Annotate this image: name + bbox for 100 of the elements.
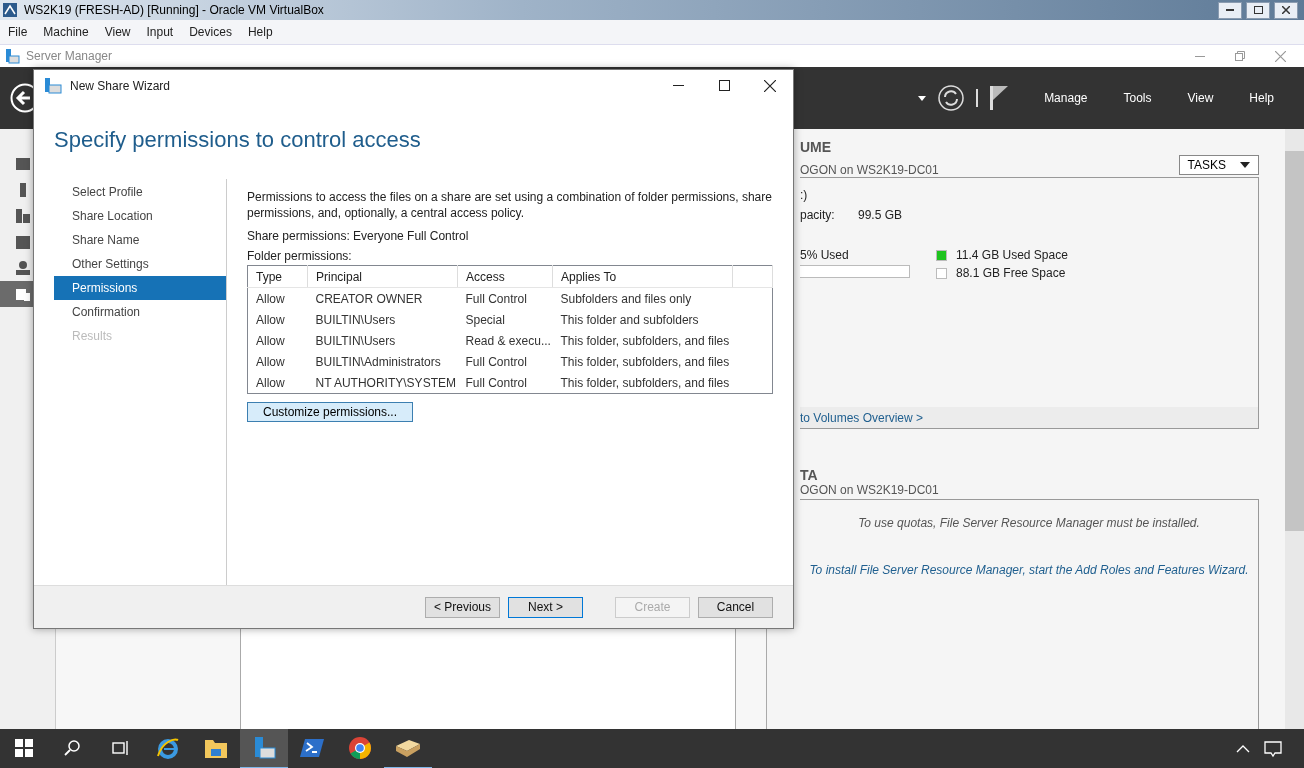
minimize-button[interactable] xyxy=(1218,1,1242,19)
column-header[interactable]: Applies To xyxy=(552,265,733,288)
close-icon xyxy=(764,79,776,92)
wizard-button[interactable]: Cancel xyxy=(698,596,773,618)
drive-label: :) xyxy=(800,188,809,202)
table-row[interactable]: Allow BUILTIN\Users Special This folder and subfolders xyxy=(247,309,773,330)
table-cell-text: BUILTIN\Users xyxy=(314,311,397,329)
table-cell: Allow xyxy=(247,330,308,351)
install-link[interactable]: To install File Server Resource Manager, start the Add Roles and Features Wizard. xyxy=(809,563,1249,577)
table-cell-text: This folder, subfolders, and files xyxy=(559,332,731,350)
wizard-step[interactable]: Select Profile xyxy=(54,180,226,204)
column-header[interactable]: Access xyxy=(457,265,553,288)
chevron-up-icon[interactable] xyxy=(1236,745,1250,753)
folder-permissions-label: Folder permissions: xyxy=(247,249,353,263)
table-cell: Allow xyxy=(247,351,308,372)
share-permissions-text: Share permissions: Everyone Full Control xyxy=(247,229,470,243)
table-row[interactable]: Allow BUILTIN\Administrators Full Control This folder, subfolders, and files xyxy=(247,351,773,372)
wizard-button[interactable]: Next > xyxy=(508,596,583,618)
close-icon[interactable] xyxy=(1275,50,1286,62)
maximize-button[interactable] xyxy=(1246,1,1270,19)
server-manager-icon xyxy=(252,736,276,760)
box-icon xyxy=(395,738,421,758)
table-cell: Allow xyxy=(247,372,308,394)
table-row[interactable]: Allow NT AUTHORITY\SYSTEM Full Control This folder, subfolders, and files xyxy=(247,372,773,394)
table-cell-text: BUILTIN\Users xyxy=(314,332,397,350)
separator-icon xyxy=(976,89,979,107)
wizard-step[interactable]: Share Location xyxy=(54,204,226,228)
legend-label: 11.4 GB Used Space xyxy=(956,248,1068,262)
menu-item[interactable]: Machine xyxy=(35,25,97,39)
window-title: WS2K19 (FRESH-AD) [Running] - Oracle VM VirtualBox xyxy=(24,3,324,17)
terminal-icon xyxy=(300,737,324,759)
column-header[interactable]: Type xyxy=(247,265,308,288)
scrollbar[interactable] xyxy=(1285,129,1304,729)
menu-item[interactable]: View xyxy=(1151,91,1214,105)
taskbar-button[interactable] xyxy=(240,729,288,768)
section-heading: UME xyxy=(800,139,833,155)
dropdown-caret-icon[interactable] xyxy=(918,95,927,101)
minimize-icon xyxy=(1226,9,1234,11)
table-cell: This folder, subfolders, and files xyxy=(552,372,733,394)
wizard-step[interactable]: Confirmation xyxy=(54,300,226,324)
table-row[interactable]: Allow CREATOR OWNER Full Control Subfolders and files only xyxy=(247,287,773,309)
search-icon xyxy=(63,739,81,757)
column-header[interactable]: Principal xyxy=(307,265,458,288)
menu-item[interactable]: View xyxy=(96,25,139,39)
table-cell-text: Full Control xyxy=(464,353,528,371)
table-cell: NT AUTHORITY\SYSTEM xyxy=(307,372,458,394)
wizard-button[interactable]: < Previous xyxy=(425,596,500,618)
used-label: 5% Used xyxy=(800,248,850,262)
section-heading: TA xyxy=(800,467,819,483)
table-cell-text: Special xyxy=(464,311,506,329)
wizard-step[interactable]: Permissions xyxy=(54,276,226,300)
capacity-label: pacity: xyxy=(800,208,836,222)
menu-item[interactable]: Tools xyxy=(1087,91,1152,105)
browser-icon xyxy=(156,736,180,760)
table-cell-text: Read & execu... xyxy=(464,332,552,350)
servers-icon xyxy=(14,207,32,225)
table-cell: CREATOR OWNER xyxy=(307,287,458,309)
caret-icon xyxy=(1240,162,1250,168)
chrome-icon xyxy=(348,736,372,760)
maximize-icon xyxy=(718,80,730,91)
restore-icon[interactable] xyxy=(1235,50,1245,61)
table-cell: Allow xyxy=(247,309,308,330)
table-cell: Allow xyxy=(247,287,308,309)
section-subtitle: OGON on WS2K19-DC01 xyxy=(800,163,939,177)
table-row[interactable]: Allow BUILTIN\Users Read & execu... This folder, subfolders, and files xyxy=(247,330,773,351)
menu-item[interactable]: Input xyxy=(138,25,182,39)
minimize-icon xyxy=(672,85,684,86)
app-icon xyxy=(2,2,18,18)
server-manager-icon xyxy=(4,48,20,64)
menu-item[interactable]: Help xyxy=(1213,91,1274,105)
menu-item[interactable]: Help xyxy=(239,25,281,39)
notification-icon[interactable] xyxy=(1264,740,1282,758)
description-text: Permissions to access the files on a share are set using a combination of folder permissions, share permissions, and, optionally, a central access policy. xyxy=(247,189,773,221)
menu-item[interactable]: Manage xyxy=(1008,91,1088,105)
refresh-icon[interactable] xyxy=(938,85,965,111)
capacity-value: 99.5 GB xyxy=(858,208,903,222)
menu-item[interactable]: File xyxy=(0,25,36,39)
table-cell: Subfolders and files only xyxy=(552,287,733,309)
overview-link[interactable]: to Volumes Overview > xyxy=(800,410,924,425)
task-view-icon xyxy=(111,739,129,757)
close-button[interactable] xyxy=(1274,1,1298,19)
close-icon xyxy=(1282,6,1290,14)
table-cell-text: This folder and subfolders xyxy=(559,311,700,329)
flag-icon[interactable] xyxy=(990,86,1009,110)
table-cell: Full Control xyxy=(457,287,553,309)
quota-message: To use quotas, File Server Resource Manager must be installed. xyxy=(858,516,1200,530)
table-cell-text: BUILTIN\Administrators xyxy=(314,353,442,371)
table-cell: Full Control xyxy=(457,372,553,394)
wizard-step[interactable]: Share Name xyxy=(54,228,226,252)
section-subtitle: OGON on WS2K19-DC01 xyxy=(800,483,940,497)
menu-item[interactable]: Devices xyxy=(181,25,240,39)
tasks-button[interactable]: TASKS xyxy=(1178,155,1259,175)
legend-label: 88.1 GB Free Space xyxy=(956,266,1066,280)
table-cell-text: This folder, subfolders, and files xyxy=(559,353,731,371)
customize-permissions-button[interactable]: Customize permissions... xyxy=(247,402,414,422)
folder-icon xyxy=(204,737,228,759)
share-folder-icon xyxy=(44,77,62,94)
maximize-icon xyxy=(1253,6,1263,14)
window-title: Server Manager xyxy=(26,49,113,63)
wizard-step[interactable]: Other Settings xyxy=(54,252,226,276)
